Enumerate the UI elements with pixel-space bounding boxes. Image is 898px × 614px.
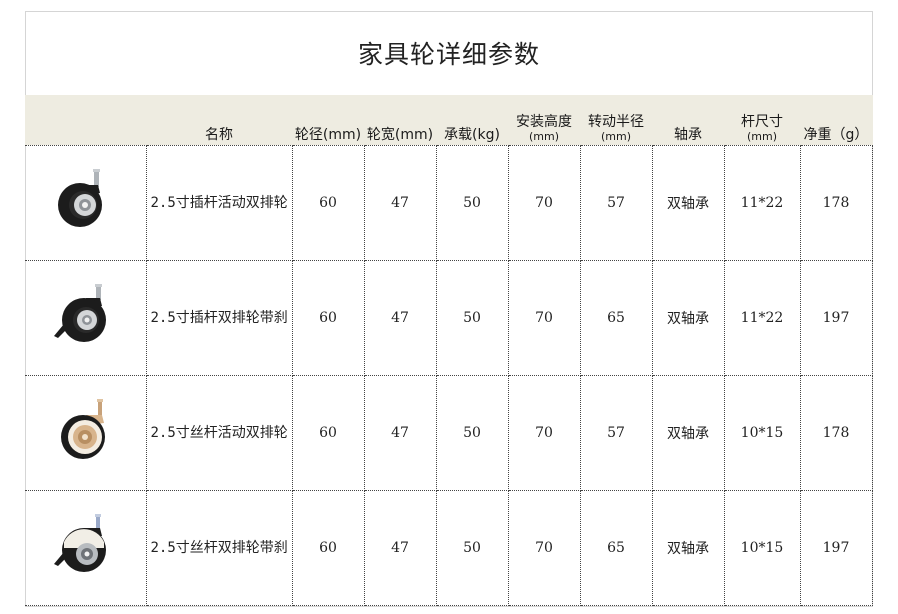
- header-load-label: 承载(kg): [444, 127, 500, 143]
- header-stem-size-unit: (mm): [746, 130, 777, 143]
- table-row: 2.5寸插杆双排轮带刹 60 47 50 70 65 双轴承 11*22 197: [25, 260, 873, 376]
- table-row: 2.5寸插杆活动双排轮 60 47 50 70 57 双轴承 11*22 178: [25, 145, 873, 261]
- header-bearing: 轴承: [652, 95, 724, 145]
- header-wheel-diameter: 轮径(mm): [292, 95, 364, 145]
- stem-size-value: 10*15: [723, 490, 801, 606]
- header-stem-size: 杆尺寸 (mm): [724, 95, 800, 145]
- product-image-cell: [25, 375, 147, 491]
- bearing-value: 双轴承: [651, 490, 725, 606]
- header-install-height-unit: (mm): [528, 130, 559, 143]
- product-image-cell: [25, 145, 147, 261]
- stem-size-value: 11*22: [723, 260, 801, 376]
- header-name-label: 名称: [205, 127, 233, 143]
- spec-table: 2.5寸插杆活动双排轮 60 47 50 70 57 双轴承 11*22 178: [25, 145, 873, 606]
- product-image-cell: [25, 490, 147, 606]
- turn-radius-value: 57: [579, 145, 653, 261]
- header-wheel-width: 轮宽(mm): [364, 95, 436, 145]
- black-caster-brake-icon: [54, 284, 107, 342]
- stem-size-value: 11*22: [723, 145, 801, 261]
- bearing-value: 双轴承: [651, 260, 725, 376]
- header-wheel-diameter-label: 轮径(mm): [294, 127, 362, 143]
- bearing-value: 双轴承: [651, 145, 725, 261]
- net-weight-value: 178: [799, 145, 873, 261]
- wheel-diameter-value: 60: [291, 490, 365, 606]
- white-caster-brake-icon: [54, 514, 107, 572]
- header-turn-radius-unit: (mm): [600, 130, 631, 143]
- header-bearing-label: 轴承: [674, 127, 702, 143]
- black-caster-stem-icon: [58, 169, 103, 227]
- turn-radius-value: 65: [579, 490, 653, 606]
- header-name: 名称: [146, 95, 292, 145]
- wheel-width-value: 47: [363, 375, 437, 491]
- table-row: 2.5寸丝杆双排轮带刹 60 47 50 70 65 双轴承 10*15 197: [25, 490, 873, 606]
- load-value: 50: [435, 145, 509, 261]
- header-net-weight: 净重（g）: [800, 95, 872, 145]
- gold-caster-thread-icon: [61, 399, 106, 459]
- wheel-diameter-value: 60: [291, 260, 365, 376]
- bearing-value: 双轴承: [651, 375, 725, 491]
- wheel-diameter-value: 60: [291, 145, 365, 261]
- header-net-weight-label: 净重（g）: [803, 127, 869, 143]
- load-value: 50: [435, 260, 509, 376]
- net-weight-value: 197: [799, 490, 873, 606]
- stem-size-value: 10*15: [723, 375, 801, 491]
- wheel-width-value: 47: [363, 260, 437, 376]
- header-wheel-width-label: 轮宽(mm): [366, 127, 434, 143]
- product-name: 2.5寸插杆活动双排轮: [145, 145, 293, 261]
- product-name: 2.5寸丝杆双排轮带刹: [145, 490, 293, 606]
- header-load: 承载(kg): [436, 95, 508, 145]
- header-stem-size-label: 杆尺寸: [741, 114, 783, 130]
- load-value: 50: [435, 490, 509, 606]
- title-row: 家具轮详细参数: [25, 11, 873, 95]
- product-image-cell: [25, 260, 147, 376]
- header-install-height-label: 安装高度: [516, 114, 572, 130]
- page-title: 家具轮详细参数: [357, 40, 540, 69]
- net-weight-value: 178: [799, 375, 873, 491]
- turn-radius-value: 57: [579, 375, 653, 491]
- table-row: 2.5寸丝杆活动双排轮 60 47 50 70 57 双轴承 10*15 178: [25, 375, 873, 491]
- install-height-value: 70: [507, 375, 581, 491]
- wheel-width-value: 47: [363, 145, 437, 261]
- turn-radius-value: 65: [579, 260, 653, 376]
- product-name: 2.5寸丝杆活动双排轮: [145, 375, 293, 491]
- load-value: 50: [435, 375, 509, 491]
- header-turn-radius-label: 转动半径: [588, 114, 644, 130]
- wheel-diameter-value: 60: [291, 375, 365, 491]
- product-name: 2.5寸插杆双排轮带刹: [145, 260, 293, 376]
- header-install-height: 安装高度 (mm): [508, 95, 580, 145]
- install-height-value: 70: [507, 145, 581, 261]
- wheel-width-value: 47: [363, 490, 437, 606]
- install-height-value: 70: [507, 260, 581, 376]
- net-weight-value: 197: [799, 260, 873, 376]
- install-height-value: 70: [507, 490, 581, 606]
- header-turn-radius: 转动半径 (mm): [580, 95, 652, 145]
